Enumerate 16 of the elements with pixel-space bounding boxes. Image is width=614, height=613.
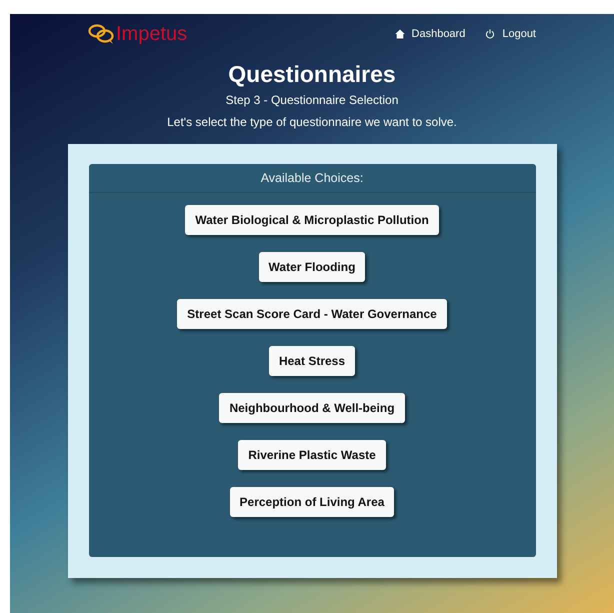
speech-bubbles-icon — [88, 23, 116, 45]
step-subtitle: Step 3 - Questionnaire Selection — [224, 93, 400, 107]
nav-link[interactable]: Dashboard — [394, 28, 466, 40]
instruction-text: Let's select the type of questionnaire we want to solve. — [166, 115, 458, 129]
choice-button[interactable]: Street Scan Score Card - Water Governance — [177, 299, 447, 329]
choice-button[interactable]: Perception of Living Area — [230, 487, 394, 517]
choice-button[interactable]: Water Flooding — [258, 252, 366, 282]
choice-button[interactable]: Water Biological & Microplastic Pollution — [185, 205, 439, 235]
panel-heading: Available Choices: — [88, 164, 536, 193]
choice-button[interactable]: Riverine Plastic Waste — [238, 440, 386, 470]
power-icon — [485, 29, 496, 39]
page-title: Questionnaires — [227, 61, 397, 88]
choice-button[interactable]: Neighbourhood & Well-being — [219, 393, 405, 423]
home-icon — [394, 29, 405, 39]
nav-link[interactable]: Logout — [485, 28, 536, 40]
choice-button[interactable]: Heat Stress — [268, 346, 356, 376]
